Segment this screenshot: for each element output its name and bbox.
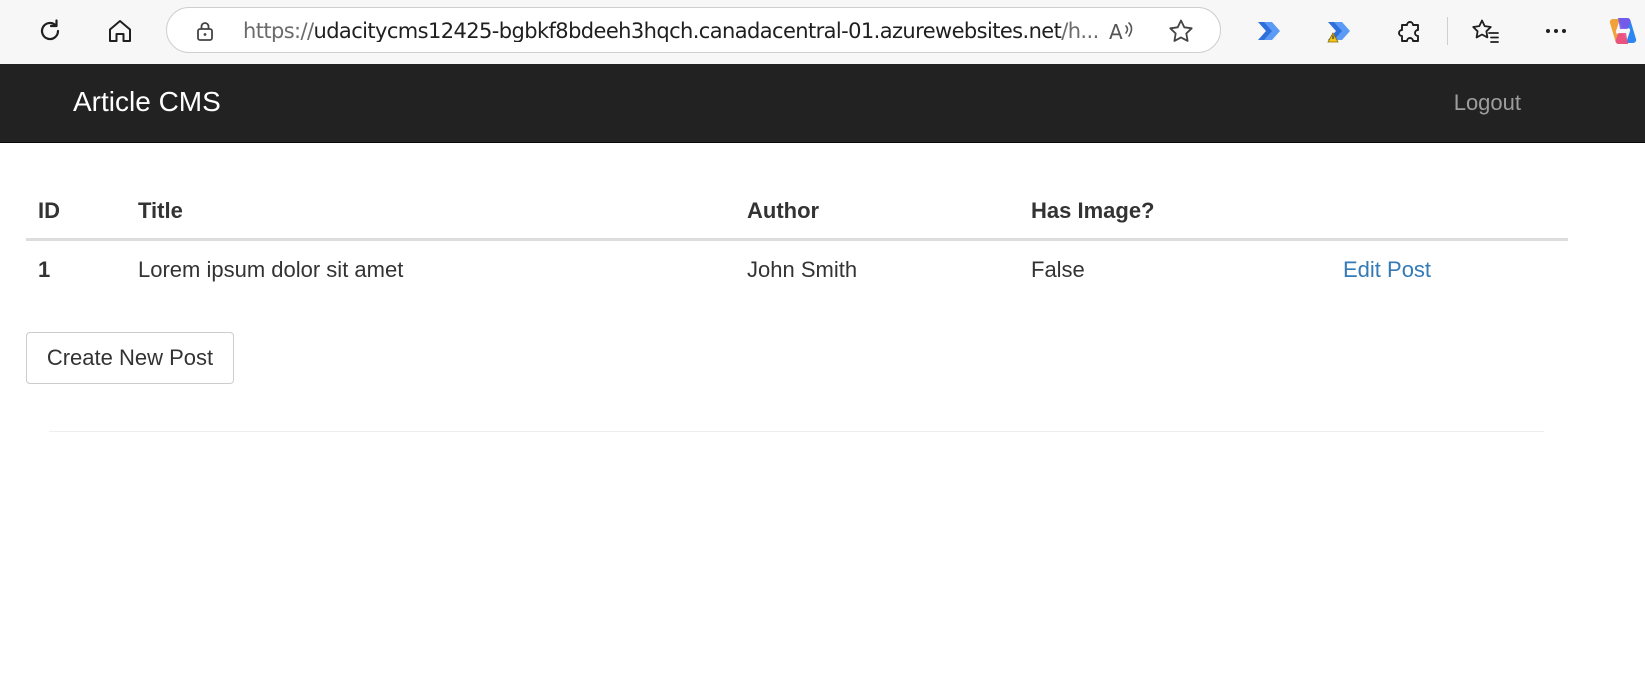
table-body: 1 Lorem ipsum dolor sit amet John Smith … (26, 240, 1568, 299)
home-icon (109, 20, 131, 42)
post-actions-cell: Edit Post (1331, 240, 1568, 299)
toolbar-separator (1447, 17, 1448, 45)
address-bar[interactable]: https://udacitycms12425-bgbkf8bdeeh3hqch… (166, 7, 1221, 53)
create-new-post-button[interactable]: Create New Post (26, 332, 234, 384)
copilot-icon (1609, 18, 1637, 44)
refresh-button[interactable] (30, 11, 70, 51)
favorites-list-icon (1472, 19, 1499, 43)
browser-toolbar: https://udacitycms12425-bgbkf8bdeeh3hqch… (0, 0, 1645, 64)
url-text[interactable]: https://udacitycms12425-bgbkf8bdeeh3hqch… (243, 20, 1097, 42)
column-header-title: Title (126, 184, 735, 241)
svg-text:A: A (1109, 20, 1123, 44)
post-title-cell: Lorem ipsum dolor sit amet (138, 256, 404, 282)
puzzle-icon (1398, 21, 1419, 42)
column-header-id: ID (26, 184, 126, 241)
posts-table: ID Title Author Has Image? 1 Lorem ipsum… (26, 184, 1568, 298)
more-button[interactable] (1536, 11, 1576, 51)
url-host: udacitycms12425-bgbkf8bdeeh3hqch.canadac… (313, 20, 1062, 42)
copilot-button[interactable] (1603, 11, 1643, 51)
extension-power-automate-button[interactable] (1249, 11, 1289, 51)
power-automate-warning-icon (1327, 22, 1350, 43)
more-icon (1546, 29, 1566, 33)
home-button[interactable] (100, 11, 140, 51)
star-icon[interactable] (1166, 17, 1196, 45)
site-info-lock-icon[interactable] (193, 19, 217, 43)
brand-link[interactable]: Article CMS (73, 85, 221, 119)
extension-power-automate-warning-button[interactable] (1319, 11, 1359, 51)
footer-divider (49, 431, 1544, 432)
favorites-button[interactable] (1466, 11, 1506, 51)
read-aloud-icon[interactable]: A (1107, 17, 1137, 45)
column-header-actions (1331, 184, 1568, 241)
column-header-author: Author (735, 184, 1019, 241)
post-has-image-cell: False (1031, 256, 1085, 282)
post-author-cell: John Smith (747, 256, 858, 282)
column-header-has-image: Has Image? (1019, 184, 1331, 241)
table-row: 1 Lorem ipsum dolor sit amet John Smith … (26, 240, 1568, 299)
table-header-row: ID Title Author Has Image? (26, 184, 1568, 241)
site-navbar: Article CMS Logout (0, 64, 1645, 143)
url-scheme: https:// (243, 20, 314, 42)
post-id-cell: 1 (38, 256, 51, 282)
refresh-icon (40, 19, 60, 41)
edit-post-link[interactable]: Edit Post (1343, 257, 1431, 282)
url-path: /h... (1061, 20, 1097, 42)
logout-link[interactable]: Logout (1454, 90, 1521, 116)
power-automate-icon (1258, 22, 1280, 40)
table-header: ID Title Author Has Image? (26, 184, 1568, 241)
extensions-button[interactable] (1390, 11, 1430, 51)
